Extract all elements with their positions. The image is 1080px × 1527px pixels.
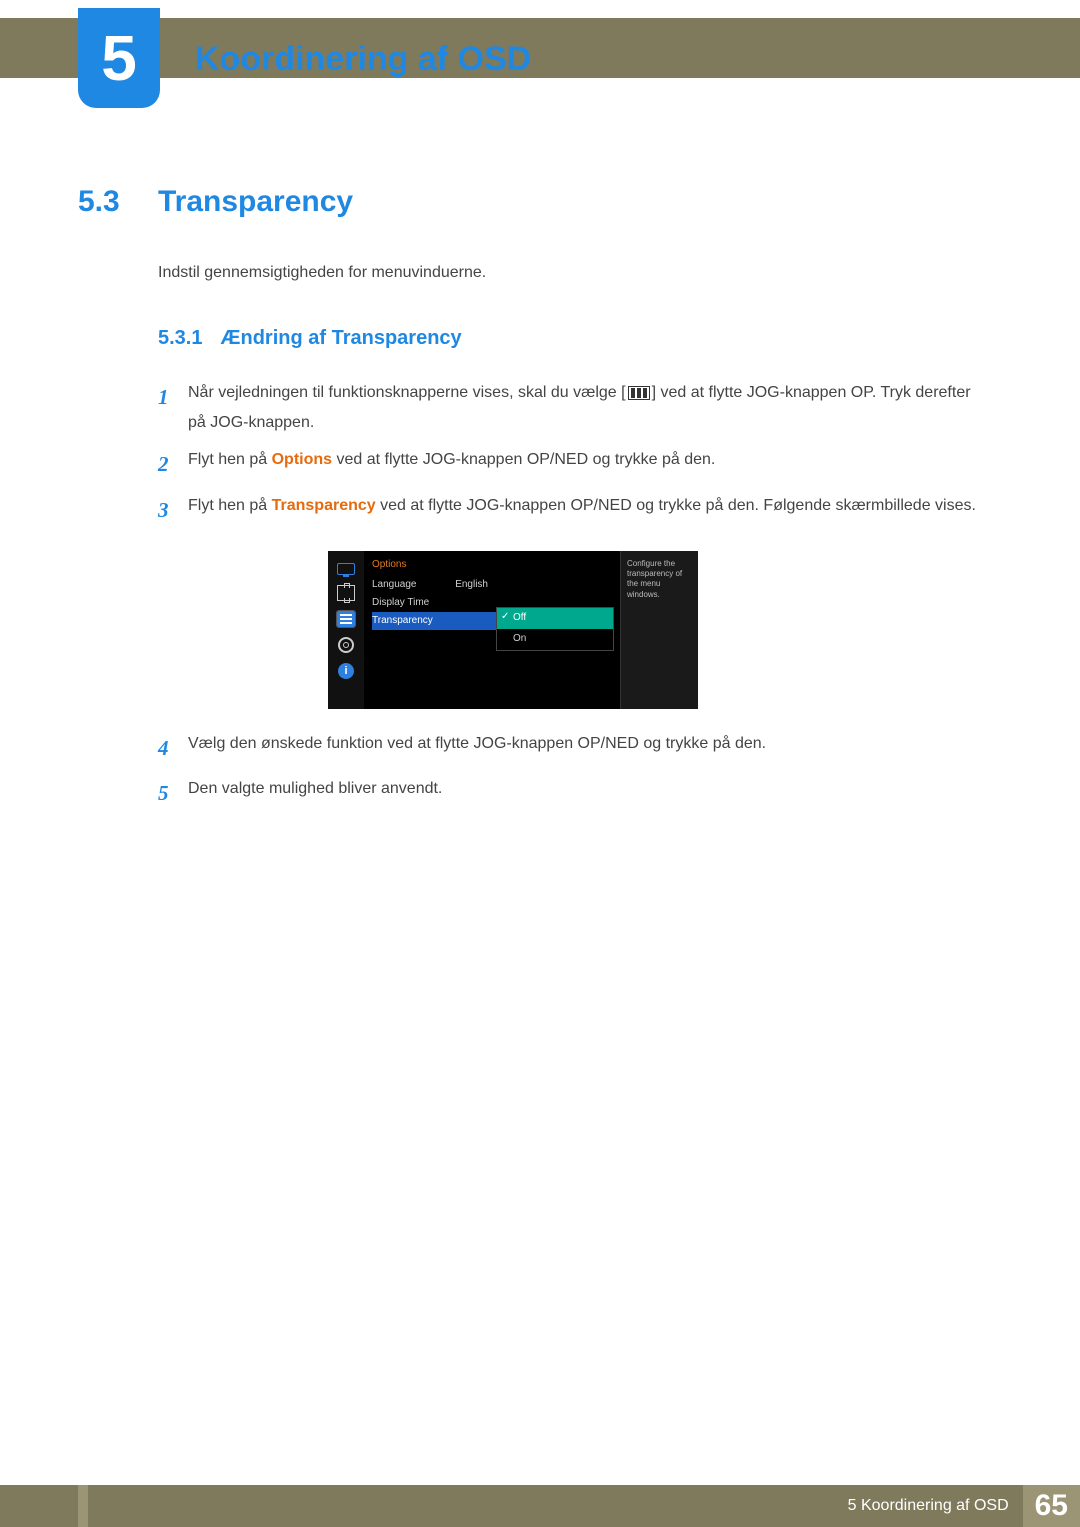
footer-chapter-ref: 5 Koordinering af OSD [848,1497,1009,1515]
step-text: Når vejledningen til funktionsknapperne … [188,378,990,439]
step-number: 3 [158,491,188,531]
osd-options-list: Off On [496,607,614,651]
step-text: Flyt hen på Transparency ved at flytte J… [188,491,990,531]
step-number: 1 [158,378,188,439]
text-fragment: ved at flytte JOG-knappen OP/NED og tryk… [376,497,976,514]
gear-icon [338,637,354,653]
resize-icon [337,585,355,601]
monitor-icon [337,563,355,575]
subsection-number: 5.3.1 [158,327,202,349]
text-fragment: Flyt hen på [188,451,272,468]
header-band [0,18,1080,78]
chapter-title: Koordinering af OSD [195,40,531,79]
page-content: 5.3Transparency Indstil gennemsigtighede… [78,185,990,820]
subsection-heading: 5.3.1 Ændring af Transparency [158,327,990,350]
osd-menu: Options Language English Display Time Tr… [364,551,496,709]
step-number: 4 [158,729,188,769]
info-icon: i [338,663,354,679]
osd-description: Configure the transparency of the menu w… [620,551,698,709]
osd-label: Display Time [372,597,429,608]
step-1: 1 Når vejledningen til funktionsknappern… [158,378,990,439]
menu-icon [628,386,650,400]
text-fragment: Flyt hen på [188,497,272,514]
step-4: 4 Vælg den ønskede funktion ved at flytt… [158,729,990,769]
osd-menu-title: Options [372,559,496,570]
osd-value: English [455,579,488,590]
highlight-options: Options [272,451,332,468]
subsection-title: Ændring af Transparency [220,327,461,349]
step-text: Vælg den ønskede funktion ved at flytte … [188,729,990,769]
page-number: 65 [1023,1485,1080,1527]
step-number: 2 [158,445,188,485]
section-heading: 5.3Transparency [78,185,990,219]
step-number: 5 [158,774,188,814]
osd-option-on: On [497,629,613,650]
step-text: Den valgte mulighed bliver anvendt. [188,774,990,814]
footer-band: 5 Koordinering af OSD 65 [0,1485,1080,1527]
osd-label: Transparency [372,615,433,626]
osd-row-displaytime: Display Time [372,594,496,612]
chapter-tab: 5 [78,8,160,108]
highlight-transparency: Transparency [272,497,376,514]
step-2: 2 Flyt hen på Options ved at flytte JOG-… [158,445,990,485]
text-fragment: ved at flytte JOG-knappen OP/NED og tryk… [332,451,715,468]
footer-right: 5 Koordinering af OSD 65 [848,1485,1080,1527]
text-fragment: Når vejledningen til funktionsknapperne … [188,384,626,401]
section-title: Transparency [158,185,353,218]
step-5: 5 Den valgte mulighed bliver anvendt. [158,774,990,814]
step-3: 3 Flyt hen på Transparency ved at flytte… [158,491,990,531]
section-number: 5.3 [78,185,158,219]
osd-row-language: Language English [372,576,496,594]
osd-screenshot: i Options Language English Display Time … [328,551,698,709]
osd-option-off: Off [497,608,613,629]
list-icon [337,611,355,627]
osd-label: Language [372,579,417,590]
osd-row-transparency: Transparency [372,612,496,630]
section-intro: Indstil gennemsigtigheden for menuvindue… [158,264,990,282]
step-text: Flyt hen på Options ved at flytte JOG-kn… [188,445,990,485]
chapter-number: 5 [101,21,137,95]
osd-sidebar: i [328,551,364,709]
